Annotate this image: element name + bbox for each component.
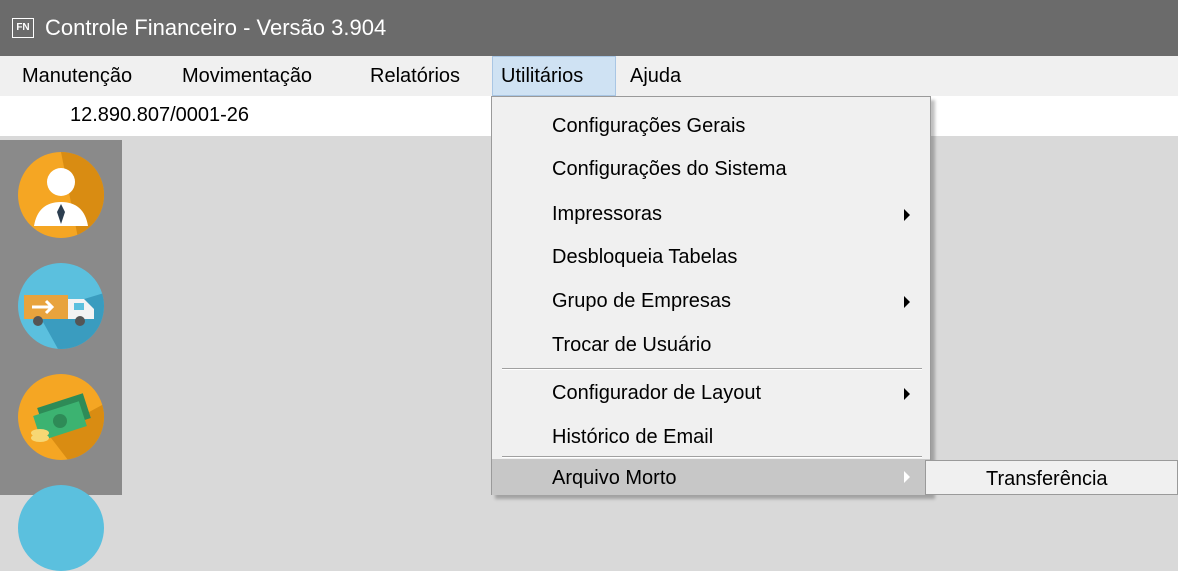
utilitarios-dropdown-menu: Configurações Gerais Configurações do Si… [491,96,931,495]
submenu-arrow-icon [904,209,910,221]
submenu-arrow-icon [904,388,910,400]
shortcut-icon[interactable] [18,485,104,571]
submenu-arrow-icon [904,296,910,308]
money-bills-icon[interactable] [18,374,104,460]
app-logo-icon: FN [12,18,34,38]
company-cnpj: 12.890.807/0001-26 [70,104,250,126]
menuitem-transferencia[interactable]: Transferência [986,468,1108,491]
menuitem-historico-email[interactable]: Histórico de Email [492,416,930,460]
menuitem-trocar-usuario[interactable]: Trocar de Usuário [492,324,930,368]
submenu-arrow-icon [904,471,910,483]
user-tie-icon[interactable] [18,152,104,238]
arquivo-morto-submenu: Transferência [925,460,1178,495]
menu-separator [502,456,922,458]
menu-separator [502,368,922,370]
window-title: Controle Financeiro - Versão 3.904 [45,15,387,40]
menu-ajuda[interactable]: Ajuda [622,56,689,96]
menu-movimentacao[interactable]: Movimentação [174,56,320,96]
menuitem-desbloqueia-tabelas[interactable]: Desbloqueia Tabelas [492,236,930,280]
menuitem-configuracoes-gerais[interactable]: Configurações Gerais [492,105,930,149]
menuitem-grupo-empresas[interactable]: Grupo de Empresas [492,280,930,324]
delivery-truck-icon[interactable] [18,263,104,349]
menu-manutencao[interactable]: Manutenção [14,56,140,96]
menuitem-configuracoes-sistema[interactable]: Configurações do Sistema [492,148,930,192]
menu-utilitarios[interactable]: Utilitários [492,56,616,96]
menuitem-configurador-layout[interactable]: Configurador de Layout [492,372,930,416]
menu-relatorios[interactable]: Relatórios [362,56,468,96]
menuitem-arquivo-morto[interactable]: Arquivo Morto [492,459,930,495]
title-bar: FN Controle Financeiro - Versão 3.904 [0,0,1178,56]
menuitem-impressoras[interactable]: Impressoras [492,193,930,237]
left-shortcut-panel [0,140,122,571]
menu-bar: Manutenção Movimentação Relatórios Utili… [0,56,1178,96]
